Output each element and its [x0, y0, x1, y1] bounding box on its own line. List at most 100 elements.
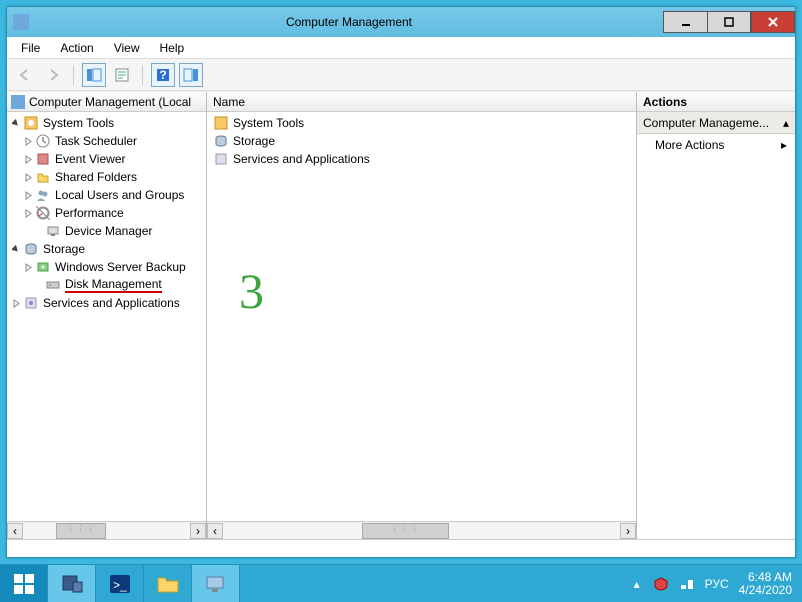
chevron-right-icon: ›: [626, 524, 630, 538]
properties-icon: [114, 67, 130, 83]
services-icon: [23, 295, 39, 311]
tree-horizontal-scrollbar[interactable]: ‹ ⋮⋮⋮ ›: [7, 521, 206, 539]
close-icon: [767, 16, 779, 28]
scroll-thumb[interactable]: ⋮⋮⋮: [362, 523, 449, 539]
toolbar-separator: [73, 65, 74, 85]
chevron-right-icon: ▸: [781, 138, 787, 152]
task-computer-management[interactable]: [192, 565, 240, 602]
device-manager-icon: [45, 223, 61, 239]
tree-label: Storage: [43, 242, 85, 256]
menu-view[interactable]: View: [106, 39, 148, 57]
show-hide-tree-button[interactable]: [82, 63, 106, 87]
tree-node-system-tools[interactable]: System Tools: [9, 114, 206, 132]
task-powershell[interactable]: >_: [96, 565, 144, 602]
task-server-manager[interactable]: [48, 565, 96, 602]
task-file-explorer[interactable]: [144, 565, 192, 602]
list-horizontal-scrollbar[interactable]: ‹ ⋮⋮⋮ ›: [207, 521, 636, 539]
toolbar: ?: [7, 59, 795, 91]
tree-node-performance[interactable]: Performance: [9, 204, 206, 222]
taskbar: >_ ▴ РУС 6:48 AM 4/24/2020: [0, 564, 802, 602]
help-button[interactable]: ?: [151, 63, 175, 87]
scroll-left-button[interactable]: ‹: [7, 523, 23, 539]
expander-icon[interactable]: [23, 172, 33, 182]
expander-icon[interactable]: [23, 190, 33, 200]
window-title: Computer Management: [35, 15, 663, 29]
expander-icon[interactable]: [11, 118, 21, 128]
expander-icon[interactable]: [23, 208, 33, 218]
scroll-track[interactable]: ⋮⋮⋮: [223, 523, 620, 539]
actions-title: Actions: [643, 95, 687, 109]
menu-action[interactable]: Action: [52, 39, 101, 57]
expander-icon[interactable]: [23, 154, 33, 164]
menu-help[interactable]: Help: [152, 39, 193, 57]
performance-icon: [35, 205, 51, 221]
scroll-thumb[interactable]: ⋮⋮⋮: [56, 523, 106, 539]
titlebar[interactable]: Computer Management: [7, 7, 795, 37]
actions-pane: Actions Computer Manageme... ▴ More Acti…: [637, 92, 795, 539]
expander-icon[interactable]: [11, 244, 21, 254]
list-item-storage[interactable]: Storage: [207, 132, 636, 150]
minimize-button[interactable]: [663, 11, 707, 33]
show-hide-action-pane-button[interactable]: [179, 63, 203, 87]
computer-management-window: Computer Management File Action View Hel…: [6, 6, 796, 558]
forward-button: [41, 63, 65, 87]
system-tools-icon: [213, 115, 229, 131]
chevron-left-icon: ‹: [13, 524, 17, 538]
actions-more-actions[interactable]: More Actions ▸: [637, 134, 795, 156]
menu-file[interactable]: File: [13, 39, 48, 57]
tree-node-device-manager[interactable]: Device Manager: [9, 222, 206, 240]
list-item-system-tools[interactable]: System Tools: [207, 114, 636, 132]
tree-node-shared-folders[interactable]: Shared Folders: [9, 168, 206, 186]
event-viewer-icon: [35, 151, 51, 167]
tree-node-storage[interactable]: Storage: [9, 240, 206, 258]
list-column-header[interactable]: Name: [207, 92, 636, 112]
arrow-left-icon: [17, 67, 33, 83]
start-button[interactable]: [0, 565, 48, 602]
tree-node-windows-server-backup[interactable]: Windows Server Backup: [9, 258, 206, 276]
system-tray: ▴ РУС 6:48 AM 4/24/2020: [621, 565, 802, 602]
minimize-icon: [680, 16, 692, 28]
computer-management-icon: [11, 95, 25, 109]
server-manager-icon: [60, 572, 84, 596]
security-tray-icon[interactable]: [653, 576, 669, 592]
toolbar-separator: [142, 65, 143, 85]
tray-show-hidden-icons[interactable]: ▴: [631, 577, 643, 591]
disk-management-icon: [45, 277, 61, 293]
network-tray-icon[interactable]: [679, 576, 695, 592]
action-pane-icon: [183, 67, 199, 83]
chevron-left-icon: ‹: [213, 524, 217, 538]
tree-node-local-users[interactable]: Local Users and Groups: [9, 186, 206, 204]
taskbar-clock[interactable]: 6:48 AM 4/24/2020: [739, 571, 792, 597]
expander-icon[interactable]: [23, 262, 33, 272]
maximize-icon: [723, 16, 735, 28]
expander-icon[interactable]: [11, 298, 21, 308]
storage-icon: [213, 133, 229, 149]
tree-label: Local Users and Groups: [55, 188, 184, 202]
clock-icon: [35, 133, 51, 149]
tree-pane-icon: [86, 67, 102, 83]
scroll-track[interactable]: ⋮⋮⋮: [23, 523, 190, 539]
input-language-indicator[interactable]: РУС: [705, 577, 729, 591]
tree-root-header[interactable]: Computer Management (Local: [7, 92, 206, 112]
scroll-right-button[interactable]: ›: [620, 523, 636, 539]
tree-label: Shared Folders: [55, 170, 137, 184]
scroll-right-button[interactable]: ›: [190, 523, 206, 539]
properties-button[interactable]: [110, 63, 134, 87]
actions-section[interactable]: Computer Manageme... ▴: [637, 112, 795, 134]
maximize-button[interactable]: [707, 11, 751, 33]
tree-node-services-apps[interactable]: Services and Applications: [9, 294, 206, 312]
tree-node-event-viewer[interactable]: Event Viewer: [9, 150, 206, 168]
tree-node-task-scheduler[interactable]: Task Scheduler: [9, 132, 206, 150]
tree-node-disk-management[interactable]: Disk Management: [9, 276, 206, 294]
actions-pane-header: Actions: [637, 92, 795, 112]
scroll-left-button[interactable]: ‹: [207, 523, 223, 539]
chevron-right-icon: ›: [196, 524, 200, 538]
clock-date: 4/24/2020: [739, 584, 792, 597]
backup-icon: [35, 259, 51, 275]
app-icon: [13, 14, 29, 30]
close-button[interactable]: [751, 11, 795, 33]
users-icon: [35, 187, 51, 203]
expander-icon[interactable]: [23, 136, 33, 146]
svg-text:?: ?: [159, 68, 166, 82]
list-item-services-apps[interactable]: Services and Applications: [207, 150, 636, 168]
